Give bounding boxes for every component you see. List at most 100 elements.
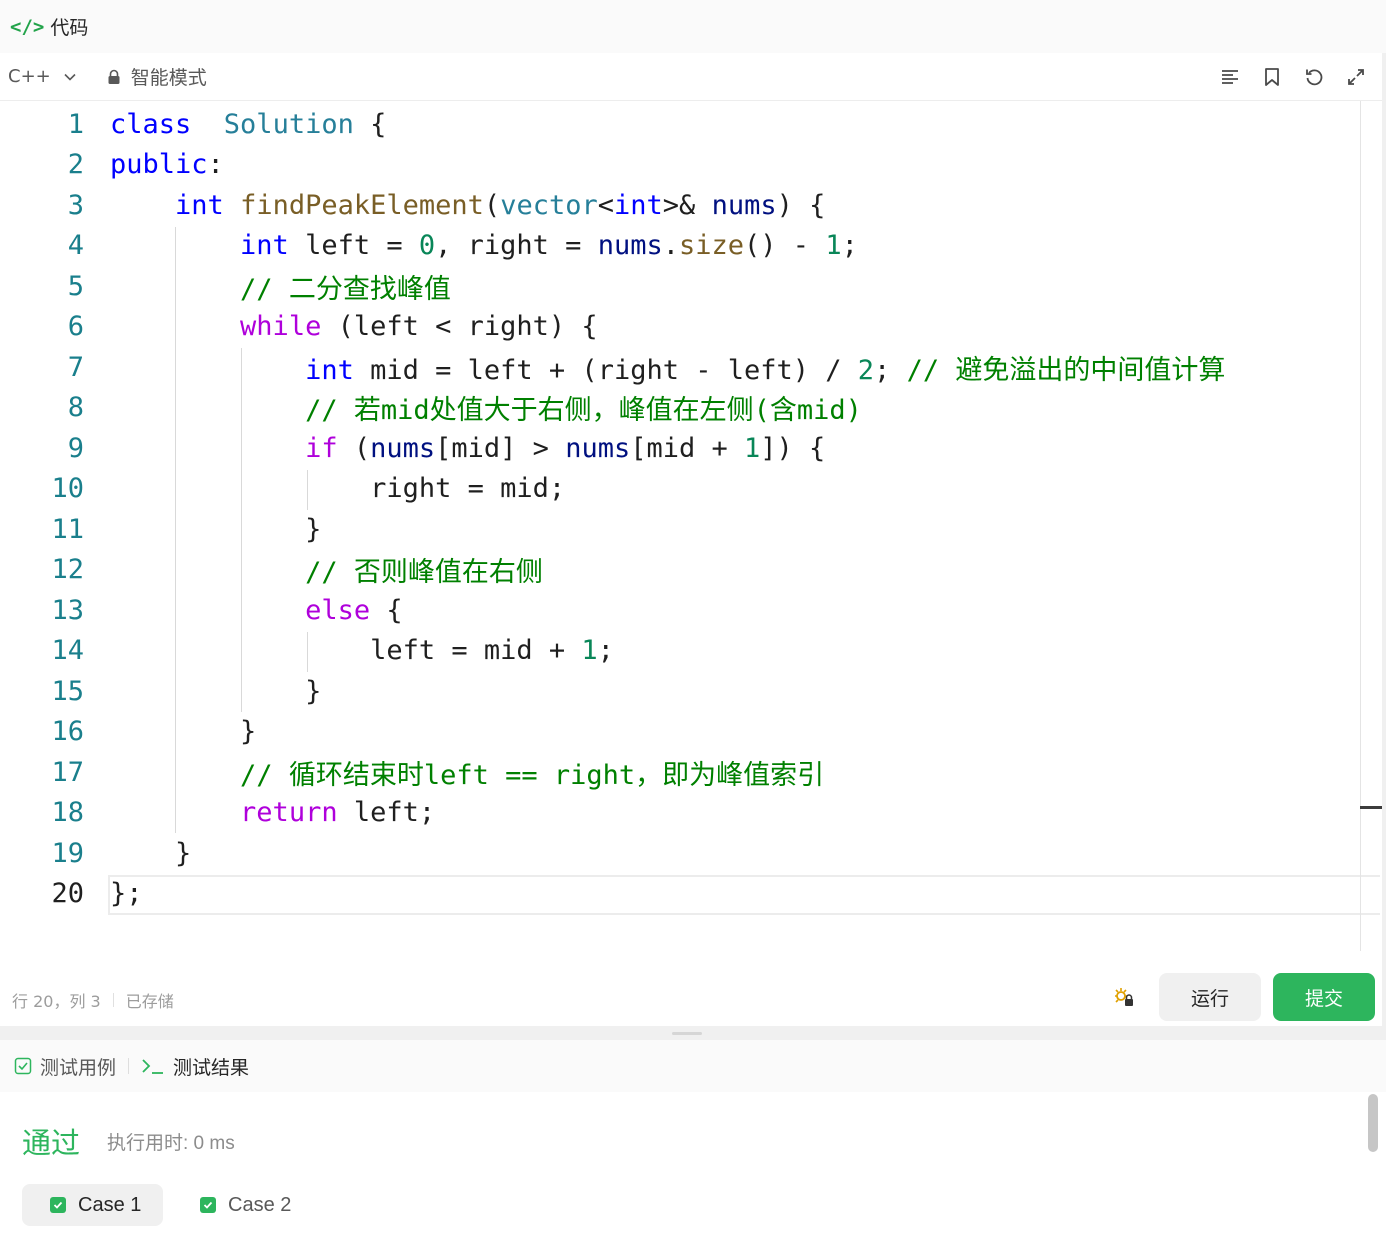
line-number: 1 bbox=[67, 108, 84, 140]
code-token: left = bbox=[288, 230, 419, 262]
code-token: left = mid + bbox=[110, 635, 582, 667]
status-divider bbox=[112, 992, 114, 1007]
code-token: ; bbox=[841, 230, 858, 262]
run-button[interactable]: 运行 bbox=[1159, 973, 1261, 1021]
reset-icon[interactable] bbox=[1302, 65, 1326, 89]
check-icon bbox=[200, 1197, 216, 1213]
code-token: return bbox=[240, 797, 338, 829]
panel-resize-handle[interactable] bbox=[672, 1032, 702, 1035]
code-line[interactable]: 2 public: bbox=[0, 145, 1382, 186]
case-label: Case 1 bbox=[78, 1193, 142, 1216]
line-number: 15 bbox=[51, 675, 84, 707]
code-token: if bbox=[305, 432, 338, 464]
code-token: () - bbox=[744, 230, 826, 262]
code-token: < bbox=[597, 189, 614, 221]
code-token: } bbox=[110, 513, 322, 545]
code-token: // 二分查找峰值 bbox=[240, 273, 451, 305]
code-token: right = mid; bbox=[110, 473, 566, 505]
code-line[interactable]: 16 } bbox=[0, 712, 1382, 753]
case-tab-1[interactable]: Case 1 bbox=[22, 1184, 163, 1226]
editor-statusbar: 行 20，列 3 已存储 运行 提交 bbox=[0, 973, 1382, 1026]
code-text: if (nums[mid] > nums[mid + 1]) { bbox=[110, 433, 825, 464]
code-line[interactable]: 17 // 循环结束时left == right，即为峰值索引 bbox=[0, 752, 1382, 793]
mode-label: 智能模式 bbox=[130, 67, 207, 89]
debug-icon[interactable] bbox=[1112, 985, 1136, 1009]
code-line[interactable]: 7 int mid = left + (right - left) / 2; /… bbox=[0, 347, 1382, 388]
result-panel: 通过 执行用时: 0 ms Case 1 Case 2 bbox=[0, 1092, 1386, 1242]
code-line[interactable]: 10 right = mid; bbox=[0, 469, 1382, 510]
code-line[interactable]: 13 else { bbox=[0, 590, 1382, 631]
line-number: 9 bbox=[67, 432, 84, 464]
language-label: C++ bbox=[8, 66, 51, 87]
code-token: } bbox=[110, 837, 192, 869]
line-number: 20 bbox=[51, 878, 84, 910]
result-scrollbar[interactable] bbox=[1368, 1094, 1378, 1152]
line-number: 16 bbox=[51, 716, 84, 748]
code-text: // 否则峰值在右侧 bbox=[110, 550, 543, 589]
code-line[interactable]: 11 } bbox=[0, 509, 1382, 550]
code-token: } bbox=[110, 675, 322, 707]
code-token: 1 bbox=[825, 230, 842, 262]
code-line[interactable]: 14 left = mid + 1; bbox=[0, 631, 1382, 672]
code-text: int mid = left + (right - left) / 2; // … bbox=[110, 348, 1225, 387]
cursor-position: 行 20，列 3 bbox=[12, 991, 101, 1011]
code-token: else bbox=[305, 594, 371, 626]
code-line[interactable]: 20}; bbox=[0, 874, 1382, 915]
code-line[interactable]: 12 // 否则峰值在右侧 bbox=[0, 550, 1382, 591]
code-token: ]) { bbox=[760, 432, 826, 464]
line-number: 6 bbox=[67, 311, 84, 343]
tab-result[interactable]: 测试结果 bbox=[141, 1053, 249, 1080]
code-token: // 避免溢出的中间值计算 bbox=[906, 354, 1226, 386]
tab-testcase[interactable]: 测试用例 bbox=[14, 1053, 116, 1080]
code-line[interactable]: 4 int left = 0, right = nums.size() - 1; bbox=[0, 226, 1382, 267]
case-tab-2[interactable]: Case 2 bbox=[200, 1184, 320, 1226]
code-area[interactable]: 1 class Solution {2 public: 3 int findPeakE… bbox=[0, 101, 1382, 961]
lock-icon bbox=[108, 69, 120, 84]
smart-mode-toggle[interactable]: 智能模式 bbox=[107, 63, 207, 90]
code-line[interactable]: 3 int findPeakElement(vector<int>& nums)… bbox=[0, 185, 1382, 226]
language-select[interactable]: C++ bbox=[8, 66, 77, 87]
code-text: } bbox=[110, 676, 321, 707]
code-line[interactable]: 19 } bbox=[0, 833, 1382, 874]
code-token: 0 bbox=[418, 230, 436, 262]
expand-icon[interactable] bbox=[1344, 65, 1368, 89]
code-line[interactable]: 8 // 若mid处值大于右侧，峰值在左侧(含mid) bbox=[0, 388, 1382, 429]
format-icon[interactable] bbox=[1218, 65, 1242, 89]
code-token: public bbox=[110, 149, 208, 181]
code-text: int findPeakElement(vector<int>& nums) { bbox=[110, 190, 825, 221]
code-line[interactable]: 5 // 二分查找峰值 bbox=[0, 266, 1382, 307]
code-token: ( bbox=[337, 432, 371, 464]
bookmark-icon[interactable] bbox=[1260, 65, 1284, 89]
tab-divider bbox=[128, 1058, 130, 1074]
code-text: } bbox=[110, 514, 321, 545]
tab-testcase-label: 测试用例 bbox=[40, 1056, 117, 1079]
submit-button[interactable]: 提交 bbox=[1273, 973, 1375, 1021]
runtime-label: 执行用时: 0 ms bbox=[107, 1133, 235, 1154]
chevron-down-icon bbox=[64, 73, 76, 81]
code-text: right = mid; bbox=[110, 473, 565, 504]
code-text: } bbox=[110, 838, 191, 869]
code-token: // 循环结束时left == right，即为峰值索引 bbox=[240, 759, 825, 791]
code-text: public: bbox=[110, 149, 224, 180]
code-line[interactable]: 1 class Solution { bbox=[0, 104, 1382, 145]
code-token: 1 bbox=[581, 635, 598, 667]
code-line[interactable]: 9 if (nums[mid] > nums[mid + 1]) { bbox=[0, 428, 1382, 469]
terminal-icon bbox=[142, 1059, 164, 1074]
code-line[interactable]: 18 return left; bbox=[0, 793, 1382, 834]
code-token: // 否则峰值在右侧 bbox=[305, 557, 543, 589]
code-line[interactable]: 6 while (left < right) { bbox=[0, 307, 1382, 348]
code-text: // 循环结束时left == right，即为峰值索引 bbox=[110, 753, 824, 792]
code-token: , right = bbox=[435, 230, 598, 262]
code-token: nums bbox=[565, 432, 631, 464]
code-token: [mid + bbox=[630, 432, 745, 464]
code-line[interactable]: 15 } bbox=[0, 671, 1382, 712]
code-token: nums bbox=[597, 230, 663, 262]
